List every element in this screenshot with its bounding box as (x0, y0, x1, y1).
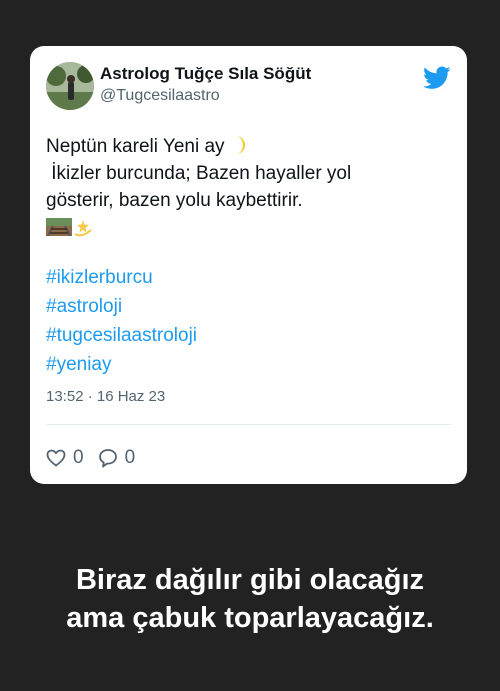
avatar[interactable] (46, 62, 94, 110)
twitter-bird-icon[interactable] (423, 66, 451, 90)
reply-button[interactable]: 0 (98, 447, 136, 469)
hashtag-tugcesilaastroloji[interactable]: #tugcesilaastroloji (46, 321, 451, 350)
hashtag-astroloji[interactable]: #astroloji (46, 292, 451, 321)
dizzy-emoji (74, 220, 92, 237)
heart-outline-icon (46, 449, 66, 467)
divider (46, 424, 451, 425)
tweet-header: Astrolog Tuğçe Sıla Söğüt @Tugcesilaastr… (46, 62, 451, 112)
tweet-actions: 0 0 (46, 447, 451, 469)
caption-line-1: Biraz dağılır gibi olacağız (75, 564, 425, 596)
author-info: Astrolog Tuğçe Sıla Söğüt @Tugcesilaastr… (100, 63, 423, 107)
tweet-line-3: gösterir, bazen yolu kaybettirir. (46, 190, 303, 211)
tweet-line-1: Neptün kareli Yeni ay (46, 133, 451, 160)
hashtag-ikizlerburcu[interactable]: #ikizlerburcu (46, 263, 451, 292)
hashtag-yeniay[interactable]: #yeniay (46, 350, 451, 379)
speech-bubble-icon (98, 449, 117, 468)
display-name[interactable]: Astrolog Tuğçe Sıla Söğüt (100, 63, 423, 85)
like-count: 0 (73, 447, 84, 468)
like-button[interactable]: 0 (46, 447, 84, 469)
caption: Biraz dağılır gibi olacağız ama çabuk to… (0, 561, 500, 637)
hashtag-list: #ikizlerburcu #astroloji #tugcesilaastro… (46, 263, 451, 379)
tweet-timestamp[interactable]: 13:52 · 16 Haz 23 (46, 387, 451, 407)
caption-line-2: ama çabuk toparlayacağız. (66, 602, 434, 634)
emoji-row (46, 215, 451, 239)
user-handle[interactable]: @Tugcesilaastro (100, 85, 423, 107)
reply-count: 0 (124, 447, 136, 468)
tweet-text: Neptün kareli Yeni ay İkizler burcunda; … (46, 133, 451, 239)
railway-track-emoji (46, 218, 72, 236)
tweet-line-2: İkizler burcunda; Bazen hayaller yol (46, 163, 352, 184)
tweet-card[interactable]: Astrolog Tuğçe Sıla Söğüt @Tugcesilaastr… (30, 46, 467, 484)
crescent-moon-emoji (235, 136, 245, 154)
